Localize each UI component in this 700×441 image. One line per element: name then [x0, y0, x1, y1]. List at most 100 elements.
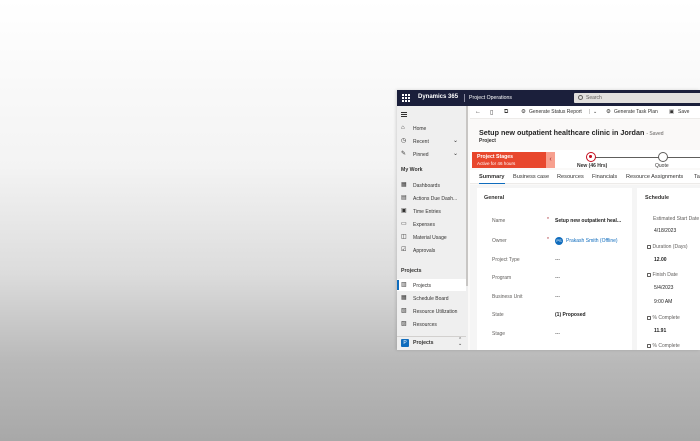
sidebar-item-dashboards[interactable]: ▦ Dashboards — [397, 179, 466, 191]
open-new-window-icon[interactable]: ⧉ — [504, 109, 508, 116]
field-label-text: % Complete — [652, 343, 680, 349]
sidebar-item-expenses[interactable]: ▭ Expenses — [397, 218, 466, 230]
sidebar-item-label: Recent — [413, 138, 429, 145]
back-arrow-icon[interactable]: ← — [475, 109, 481, 115]
tab-business-case[interactable]: Business case — [513, 174, 549, 180]
sidebar-item-time-entries[interactable]: ▣ Time Entries — [397, 205, 466, 217]
clock-icon: ◷ — [401, 138, 407, 144]
field-label-percent-complete-2: % Complete — [647, 343, 680, 349]
sidebar-item-label: Pinned — [413, 151, 429, 158]
business-process-flow: Project Stages Active for 46 hours ‹ New… — [470, 150, 700, 169]
field-value-state[interactable]: (1) Proposed — [555, 312, 586, 318]
field-value-finish-time: 9:00 AM — [654, 299, 673, 305]
field-label-text: Duration (Days) — [652, 244, 688, 250]
required-indicator: * — [547, 237, 549, 243]
sidebar-item-label: Expenses — [413, 221, 435, 228]
avatar: PS — [555, 236, 563, 245]
tab-resource-assignments[interactable]: Resource Assignments — [626, 174, 683, 180]
tab-resources[interactable]: Resources — [557, 174, 584, 180]
box-icon: ◫ — [401, 234, 407, 240]
field-value-name[interactable]: Setup new outpatient heal... — [555, 218, 621, 224]
search-input[interactable]: Search — [574, 93, 700, 103]
sidebar-item-actions-due[interactable]: ▤ Actions Due Dash... — [397, 192, 466, 204]
sidebar-item-approvals[interactable]: ☑ Approvals — [397, 244, 466, 256]
chevron-down-icon[interactable]: ⌄ — [453, 137, 458, 144]
sidebar-scrollbar[interactable] — [466, 106, 468, 286]
tab-financials[interactable]: Financials — [592, 174, 617, 180]
home-icon: ⌂ — [401, 125, 405, 131]
form-tabs: Summary Business case Resources Financia… — [470, 170, 700, 184]
general-section — [477, 188, 632, 350]
lock-icon — [647, 344, 651, 348]
search-icon — [578, 95, 583, 100]
sidebar-item-label: Resource Utilization — [413, 308, 458, 315]
gear-icon: ⚙ — [606, 109, 611, 115]
hamburger-icon[interactable] — [401, 112, 407, 118]
stage-node-new[interactable] — [586, 152, 596, 162]
form-icon[interactable]: ▯ — [490, 109, 493, 116]
top-bar: Dynamics 365 Project Operations Search — [397, 90, 700, 106]
field-label-stage: Stage — [492, 331, 506, 337]
dashboard-icon: ▦ — [401, 182, 407, 188]
field-label-text: % Complete — [652, 315, 680, 321]
field-label-program: Program — [492, 275, 512, 281]
sidebar-item-pinned[interactable]: ✎ Pinned ⌄ — [397, 148, 466, 160]
field-value-program[interactable]: --- — [555, 275, 560, 281]
field-label-percent-complete: % Complete — [647, 315, 680, 321]
gear-icon: ⚙ — [521, 109, 526, 115]
project-icon: ▥ — [401, 282, 407, 288]
sidebar-item-material-usage[interactable]: ◫ Material Usage — [397, 231, 466, 243]
stage-label-quote[interactable]: Quote — [655, 163, 669, 169]
calendar-icon: ▣ — [401, 208, 407, 214]
chevron-down-icon[interactable]: ⌄ — [593, 109, 597, 115]
process-stage-title: Project Stages — [477, 154, 514, 160]
brand-name[interactable]: Dynamics 365 — [418, 94, 458, 100]
field-value-project-type[interactable]: --- — [555, 257, 560, 263]
field-value-owner[interactable]: Prakash Smith (Offline) — [566, 238, 618, 244]
general-section-title: General — [484, 195, 505, 201]
field-value-stage[interactable]: --- — [555, 331, 560, 337]
chart-icon: ▧ — [401, 308, 407, 314]
stage-node-quote[interactable] — [658, 152, 668, 162]
section-projects: Projects — [401, 268, 422, 274]
area-label: Projects — [413, 340, 434, 346]
schedule-section-title: Schedule — [645, 195, 669, 201]
sidebar-item-projects[interactable]: ▥ Projects — [397, 279, 466, 291]
topbar-divider — [464, 94, 465, 102]
actions-icon: ▤ — [401, 195, 407, 201]
lock-icon — [647, 245, 651, 249]
field-label-text: Finish Date — [652, 272, 678, 278]
sidebar-item-resource-utilization[interactable]: ▧ Resource Utilization — [397, 305, 466, 317]
sidebar-item-recent[interactable]: ◷ Recent ⌄ — [397, 135, 466, 147]
field-label-state: State — [492, 312, 504, 318]
tab-overflow[interactable]: Ta — [694, 174, 700, 180]
save-button[interactable]: Save — [678, 109, 689, 115]
generate-status-report-button[interactable]: Generate Status Report — [529, 109, 582, 115]
split-divider: | — [589, 109, 591, 115]
sidebar-item-home[interactable]: ⌂ Home — [397, 122, 466, 134]
process-line — [588, 156, 700, 158]
field-value-estimated-start[interactable]: 4/18/2023 — [654, 228, 676, 234]
sidebar-item-label: Actions Due Dash... — [413, 195, 458, 202]
chevron-left-icon[interactable]: ‹ — [546, 152, 555, 168]
sidebar-item-schedule-board[interactable]: ▦ Schedule Board — [397, 292, 466, 304]
board-icon: ▦ — [401, 295, 407, 301]
process-stage-subtitle: Active for 46 hours — [477, 160, 516, 166]
receipt-icon: ▭ — [401, 221, 407, 227]
chevron-down-icon[interactable]: ⌄ — [453, 150, 458, 157]
process-stage-flyout[interactable]: Project Stages Active for 46 hours — [472, 152, 546, 168]
stage-label-new[interactable]: New (46 Hrs) — [577, 163, 607, 169]
field-value-business-unit[interactable]: --- — [555, 294, 560, 300]
app-launcher-icon[interactable] — [402, 94, 410, 102]
field-label-finish-date: Finish Date — [647, 272, 678, 278]
field-label-estimated-start: Estimated Start Date — [653, 216, 700, 222]
sidebar-item-resources[interactable]: ▨ Resources — [397, 318, 466, 330]
search-placeholder: Search — [586, 95, 602, 101]
area-switcher[interactable]: P Projects ⌃ ⌄ — [397, 336, 466, 350]
sidebar-item-label: Schedule Board — [413, 295, 449, 302]
tab-summary[interactable]: Summary — [479, 174, 505, 184]
record-type: Project — [479, 138, 496, 144]
app-name[interactable]: Project Operations — [469, 95, 512, 101]
generate-task-plan-button[interactable]: Generate Task Plan — [614, 109, 658, 115]
required-indicator: * — [547, 217, 549, 223]
